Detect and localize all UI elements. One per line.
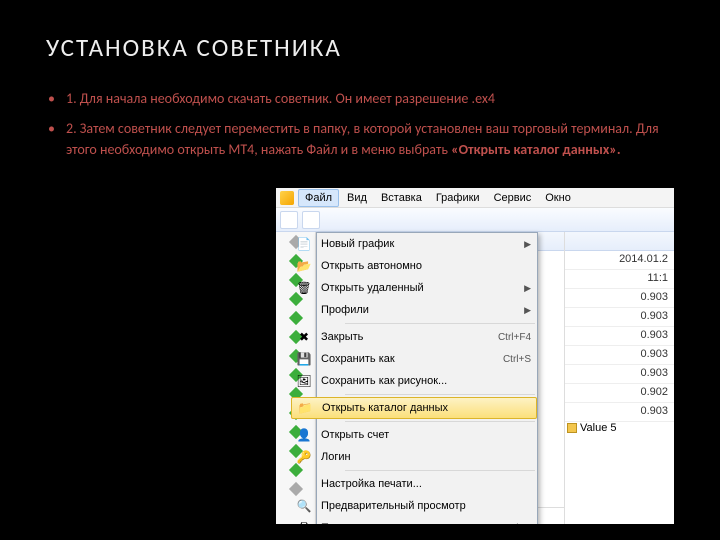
data-cell: 0.903: [565, 403, 674, 422]
data-cell: 0.903: [565, 346, 674, 365]
menu-item[interactable]: 👤 Открыть счет: [291, 424, 537, 446]
menu-item-label: Логин: [321, 451, 531, 463]
menu-item-label: Профили: [321, 304, 524, 316]
menu-item-label: Сохранить как рисунок...: [321, 375, 531, 387]
menu-window[interactable]: Окно: [539, 190, 577, 206]
data-cell: 0.903: [565, 289, 674, 308]
new-icon: 📄: [296, 236, 312, 252]
preview-icon: 🔍: [296, 498, 312, 514]
menu-service[interactable]: Сервис: [488, 190, 538, 206]
menu-item[interactable]: 🗑 Открыть удаленный▶: [291, 277, 537, 299]
menu-item[interactable]: 📂 Открыть автономно: [291, 255, 537, 277]
app-icon: [280, 191, 294, 205]
hotkey: Ctrl+S: [503, 354, 531, 365]
print-icon: 🖨: [296, 520, 312, 524]
menu-item[interactable]: 🔑 Логин: [291, 446, 537, 468]
menu-item-label: Новый график: [321, 238, 524, 250]
menu-item[interactable]: 📄 Новый график▶: [291, 233, 537, 255]
data-cell: 0.902: [565, 384, 674, 403]
close-icon: ✖: [296, 329, 312, 345]
menu-item[interactable]: Настройка печати...: [291, 473, 537, 495]
file-dropdown: 📄Новый график▶📂Открыть автономно🗑Открыть…: [316, 232, 538, 524]
menu-item-label: Открыть счет: [321, 429, 531, 441]
mid-panel: дер 📄Новый график▶📂Открыть автономно🗑Отк…: [316, 232, 564, 524]
bullet-1: 1. Для начала необходимо скачать советни…: [46, 89, 674, 109]
blank-icon: [296, 476, 312, 492]
data-cell: 0.903: [565, 327, 674, 346]
menu-item[interactable]: 🔍 Предварительный просмотр: [291, 495, 537, 517]
pic-icon: 🖼: [296, 373, 312, 389]
toolbar-button[interactable]: [302, 211, 320, 229]
menu-item[interactable]: 🖼 Сохранить как рисунок...: [291, 370, 537, 392]
bullet-list: 1. Для начала необходимо скачать советни…: [46, 89, 674, 160]
menu-view[interactable]: Вид: [341, 190, 373, 206]
submenu-arrow-icon: ▶: [524, 305, 531, 316]
submenu-arrow-icon: ▶: [524, 239, 531, 250]
menu-item[interactable]: ✖ ЗакрытьCtrl+F4: [291, 326, 537, 348]
menu-item[interactable]: 📁 Открыть каталог данных: [291, 397, 537, 419]
data-cell: 0.903: [565, 308, 674, 327]
menu-file[interactable]: Файл: [298, 189, 339, 207]
data-cell: 0.903: [565, 365, 674, 384]
menu-item-label: Предварительный просмотр: [321, 500, 531, 512]
trash-icon: 🗑: [296, 280, 312, 296]
menu-item[interactable]: Профили▶: [291, 299, 537, 321]
save-icon: 💾: [296, 351, 312, 367]
user-icon: 👤: [296, 427, 312, 443]
right-panel: 2014.01.211:10.9030.9030.9030.9030.9030.…: [564, 232, 674, 524]
menu-item-label: Открыть автономно: [321, 260, 531, 272]
data-cell: 11:1: [565, 270, 674, 289]
menu-item-label: Открыть удаленный: [321, 282, 524, 294]
blank-icon: [296, 302, 312, 318]
bullet-2-bold: «Открыть каталог данных».: [451, 141, 620, 158]
toolbar: [276, 208, 674, 232]
hotkey: Ctrl+F4: [498, 332, 531, 343]
menu-item[interactable]: 💾 Сохранить какCtrl+S: [291, 348, 537, 370]
slide-title: УСТАНОВКА СОВЕТНИКА: [46, 32, 674, 63]
menu-item-label: Печать...: [321, 522, 503, 524]
menubar: Файл Вид Вставка Графики Сервис Окно: [276, 188, 674, 208]
menu-item-label: Настройка печати...: [321, 478, 531, 490]
menu-charts[interactable]: Графики: [430, 190, 486, 206]
bullet-2: 2. Затем советник следует переместить в …: [46, 119, 674, 160]
submenu-arrow-icon: ▶: [524, 283, 531, 294]
menu-item-label: Закрыть: [321, 331, 498, 343]
menu-insert[interactable]: Вставка: [375, 190, 428, 206]
menu-item-label: Сохранить как: [321, 353, 503, 365]
menu-item[interactable]: 🖨 Печать...Ctrl+P: [291, 517, 537, 524]
toolbar-button[interactable]: [280, 211, 298, 229]
folder-icon: 📁: [297, 400, 313, 416]
value5-icon: [567, 423, 577, 433]
value5-label: Value 5: [580, 422, 617, 434]
data-cell: 2014.01.2: [565, 251, 674, 270]
right-header: [565, 232, 674, 251]
value5-row: Value 5: [565, 422, 674, 434]
menu-item-label: Открыть каталог данных: [322, 402, 530, 414]
mt4-screenshot: Файл Вид Вставка Графики Сервис Окно дер…: [276, 188, 674, 524]
hotkey: Ctrl+P: [503, 523, 531, 525]
open-icon: 📂: [296, 258, 312, 274]
login-icon: 🔑: [296, 449, 312, 465]
